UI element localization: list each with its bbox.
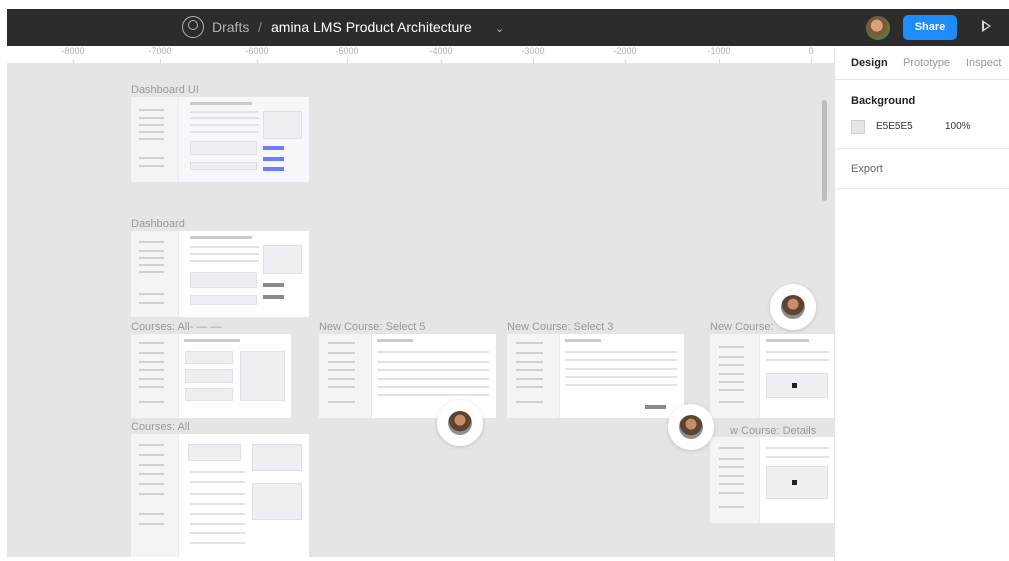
- collaborator-avatar[interactable]: [668, 404, 714, 450]
- ruler-tick: -2000: [613, 46, 637, 56]
- ruler-tick: -7000: [148, 46, 172, 56]
- frame-dashboard-ui[interactable]: [131, 97, 309, 182]
- background-section-title: Background: [851, 95, 916, 107]
- collaborator-avatar[interactable]: [437, 400, 483, 446]
- frame-courses-all[interactable]: [131, 434, 309, 557]
- frame-label[interactable]: New Course:: [710, 321, 774, 333]
- frame-new-course[interactable]: [710, 334, 834, 418]
- ruler-tick: -3000: [521, 46, 545, 56]
- play-icon[interactable]: [982, 20, 991, 32]
- frame-label[interactable]: Courses: All- — —: [131, 321, 221, 333]
- chevron-down-icon[interactable]: ⌄: [495, 21, 504, 38]
- ruler-tick: -1000: [707, 46, 731, 56]
- frame-new-course-details[interactable]: [710, 437, 834, 523]
- ruler-tick: -6000: [245, 46, 269, 56]
- frame-label[interactable]: Dashboard: [131, 218, 185, 230]
- properties-panel: Design Prototype Inspect Background E5E5…: [834, 46, 1009, 561]
- frame-label[interactable]: Courses: All: [131, 421, 190, 433]
- background-opacity-input[interactable]: 100%: [945, 121, 971, 132]
- tab-prototype[interactable]: Prototype: [903, 57, 950, 69]
- ruler-tick: 0: [808, 46, 814, 56]
- frame-courses-all-draft[interactable]: [131, 334, 291, 418]
- ruler-tick: -8000: [61, 46, 85, 56]
- frame-label[interactable]: New Course: Select 5: [319, 321, 425, 333]
- panel-divider: [835, 188, 1009, 189]
- breadcrumb-separator: /: [258, 19, 262, 35]
- frame-label[interactable]: w Course: Details: [730, 425, 816, 437]
- design-canvas[interactable]: Dashboard UI Dashboard Courses: All- — —…: [7, 64, 834, 557]
- frame-label[interactable]: Dashboard UI: [131, 84, 199, 96]
- panel-tabs: Design Prototype Inspect: [835, 46, 1009, 80]
- panel-divider: [835, 148, 1009, 149]
- frame-label[interactable]: New Course: Select 3: [507, 321, 613, 333]
- horizontal-ruler: -8000 -7000 -6000 -5000 -4000 -3000 -200…: [7, 46, 834, 64]
- ruler-tick: -5000: [335, 46, 359, 56]
- share-button[interactable]: Share: [903, 15, 957, 40]
- frame-new-course-select-3[interactable]: [507, 334, 684, 418]
- figma-window: Drafts / amina LMS Product Architecture …: [0, 0, 1009, 561]
- figma-home-icon[interactable]: [182, 16, 204, 38]
- top-bar: Drafts / amina LMS Product Architecture …: [7, 9, 1009, 46]
- frame-dashboard[interactable]: [131, 231, 309, 317]
- user-avatar[interactable]: [866, 16, 890, 40]
- canvas-scrollbar[interactable]: [822, 100, 827, 201]
- export-section[interactable]: Export: [851, 163, 883, 175]
- collaborator-avatar[interactable]: [770, 284, 816, 330]
- tab-design[interactable]: Design: [851, 57, 888, 69]
- background-color-swatch[interactable]: [851, 120, 865, 134]
- file-name[interactable]: amina LMS Product Architecture: [271, 19, 472, 36]
- breadcrumb-drafts[interactable]: Drafts: [212, 19, 249, 36]
- background-hex-input[interactable]: E5E5E5: [876, 121, 913, 132]
- ruler-tick: -4000: [429, 46, 453, 56]
- tab-inspect[interactable]: Inspect: [966, 57, 1001, 69]
